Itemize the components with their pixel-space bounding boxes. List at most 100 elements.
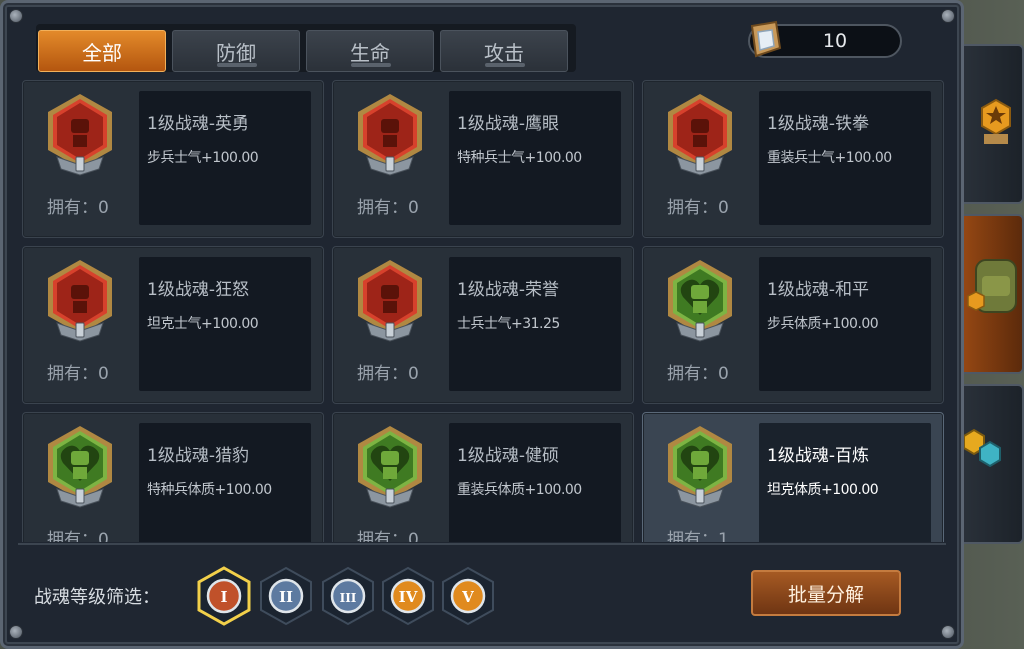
soul-effect: 士兵士气+31.25 (457, 316, 560, 332)
soul-card[interactable]: 拥有：0 1级战魂-铁拳重装兵士气+100.00 (642, 80, 944, 238)
soul-effect: 坦克士气+100.00 (147, 316, 259, 332)
soul-card[interactable]: 拥有：0 1级战魂-健硕重装兵体质+100.00 (332, 412, 634, 542)
soul-card[interactable]: 拥有：0 1级战魂-猎豹特种兵体质+100.00 (22, 412, 324, 542)
soul-name: 1级战魂-英勇 (147, 114, 249, 134)
category-tabs: 全部 防御 生命 攻击 (38, 26, 568, 72)
soul-badge (353, 423, 427, 509)
soul-badge (353, 257, 427, 343)
soul-name: 1级战魂-百炼 (767, 446, 869, 466)
bolt (941, 625, 955, 639)
soul-name: 1级战魂-鹰眼 (457, 114, 559, 134)
tab-underline (351, 63, 391, 67)
side-tab-gems[interactable] (958, 384, 1024, 544)
soul-badge (663, 91, 737, 177)
tab-label: 防御 (216, 40, 256, 65)
heart-soldier-icon (668, 260, 732, 342)
roman-numeral-badge-icon: V (442, 566, 494, 626)
gun-icon (668, 94, 732, 176)
soul-card-grid: 拥有：0 1级战魂-英勇步兵士气+100.00 拥有：0 1级战魂-鹰眼特种兵士气+1… (18, 78, 946, 542)
soul-badge (43, 423, 117, 509)
side-tab-medals[interactable] (958, 44, 1024, 204)
soul-card[interactable]: 拥有：0 1级战魂-鹰眼特种兵士气+100.00 (332, 80, 634, 238)
soul-name: 1级战魂-健硕 (457, 446, 559, 466)
tab-1[interactable]: 防御 (172, 30, 300, 72)
soul-info-box: 1级战魂-健硕重装兵体质+100.00 (449, 423, 621, 542)
soul-info-box: 1级战魂-英勇步兵士气+100.00 (139, 91, 311, 225)
level-filter-label: 战魂等级筛选： (34, 587, 160, 608)
owned-count: 拥有：0 (357, 198, 419, 218)
level-filter-iv[interactable]: IV (380, 566, 436, 626)
crosshair-icon (358, 94, 422, 176)
star-medal-icon (981, 98, 1011, 144)
owned-count: 拥有：0 (357, 364, 419, 384)
heart-gun-icon (358, 426, 422, 508)
soul-effect: 步兵士气+100.00 (147, 150, 259, 166)
soul-name: 1级战魂-和平 (767, 280, 869, 300)
tab-2[interactable]: 生命 (306, 30, 434, 72)
soul-name: 1级战魂-狂怒 (147, 280, 249, 300)
tab-label: 生命 (350, 40, 390, 65)
side-tab-backpack[interactable] (958, 214, 1024, 374)
owned-count: 拥有：0 (47, 364, 109, 384)
heart-crosshair-icon (48, 426, 112, 508)
soldier-icon (48, 94, 112, 176)
soul-badge (663, 257, 737, 343)
roman-numeral-badge-icon: II (260, 566, 312, 626)
soul-badge (663, 423, 737, 509)
gems-icon (963, 428, 1001, 468)
soul-effect: 特种兵体质+100.00 (147, 482, 272, 498)
tab-underline (217, 63, 257, 67)
soul-card[interactable]: 拥有：0 1级战魂-荣誉士兵士气+31.25 (332, 246, 634, 404)
owned-count: 拥有：0 (47, 530, 109, 542)
roman-numeral-label: I (220, 588, 227, 606)
crystal-count: 10 (822, 30, 848, 52)
roman-numeral-badge-icon: I (197, 566, 251, 626)
soul-name: 1级战魂-猎豹 (147, 446, 249, 466)
level-filter-v[interactable]: V (440, 566, 496, 626)
soul-card[interactable]: 拥有：0 1级战魂-狂怒坦克士气+100.00 (22, 246, 324, 404)
roman-numeral-badge-icon: III (322, 566, 374, 626)
heart-tank-icon (668, 426, 732, 508)
soul-effect: 特种兵士气+100.00 (457, 150, 582, 166)
soul-card[interactable]: 拥有：1 1级战魂-百炼 坦克体质+100.00 (642, 412, 944, 542)
soul-card[interactable]: 拥有：0 1级战魂-和平步兵体质+100.00 (642, 246, 944, 404)
soul-effect: 重装兵士气+100.00 (767, 150, 892, 166)
soul-info-box: 1级战魂-鹰眼特种兵士气+100.00 (449, 91, 621, 225)
soul-card[interactable]: 拥有：0 1级战魂-英勇 步兵士气+100.00 (22, 80, 324, 238)
soul-badge (353, 91, 427, 177)
crystal-icon (750, 20, 782, 58)
roman-numeral-label: II (279, 588, 293, 606)
tab-label: 全部 (82, 40, 122, 65)
soul-effect: 坦克体质+100.00 (767, 482, 879, 498)
owned-count: 拥有：0 (667, 198, 729, 218)
level-filter-iii[interactable]: III (320, 566, 376, 626)
soul-effect: 重装兵体质+100.00 (457, 482, 582, 498)
soul-info-box: 1级战魂-荣誉士兵士气+31.25 (449, 257, 621, 391)
owned-count: 拥有：0 (667, 364, 729, 384)
star-wreath-icon (358, 260, 422, 342)
soul-info-box: 1级战魂-猎豹特种兵体质+100.00 (139, 423, 311, 542)
batch-decompose-button[interactable]: 批量分解 (751, 570, 901, 616)
roman-numeral-label: V (461, 588, 474, 606)
roman-numeral-label: IV (399, 588, 418, 606)
soul-effect: 步兵体质+100.00 (767, 316, 879, 332)
soul-name: 1级战魂-铁拳 (767, 114, 869, 134)
bolt (941, 9, 955, 23)
roman-numeral-label: III (340, 591, 357, 605)
soul-info-box: 1级战魂-铁拳重装兵士气+100.00 (759, 91, 931, 225)
bolt (9, 9, 23, 23)
soul-info-box: 1级战魂-狂怒坦克士气+100.00 (139, 257, 311, 391)
owned-count: 拥有：0 (357, 530, 419, 542)
soul-info-box: 1级战魂-和平步兵体质+100.00 (759, 257, 931, 391)
soul-badge (43, 91, 117, 177)
soul-info-box: 1级战魂-百炼坦克体质+100.00 (759, 423, 931, 542)
tab-0[interactable]: 全部 (38, 30, 166, 72)
tab-3[interactable]: 攻击 (440, 30, 568, 72)
soul-badge (43, 257, 117, 343)
soul-name: 1级战魂-荣誉 (457, 280, 559, 300)
backpack-icon (967, 259, 1017, 313)
level-filter-ii[interactable]: II (258, 566, 314, 626)
level-filter-i[interactable]: I (196, 566, 252, 626)
tab-label: 攻击 (484, 40, 524, 65)
roman-numeral-badge-icon: IV (382, 566, 434, 626)
